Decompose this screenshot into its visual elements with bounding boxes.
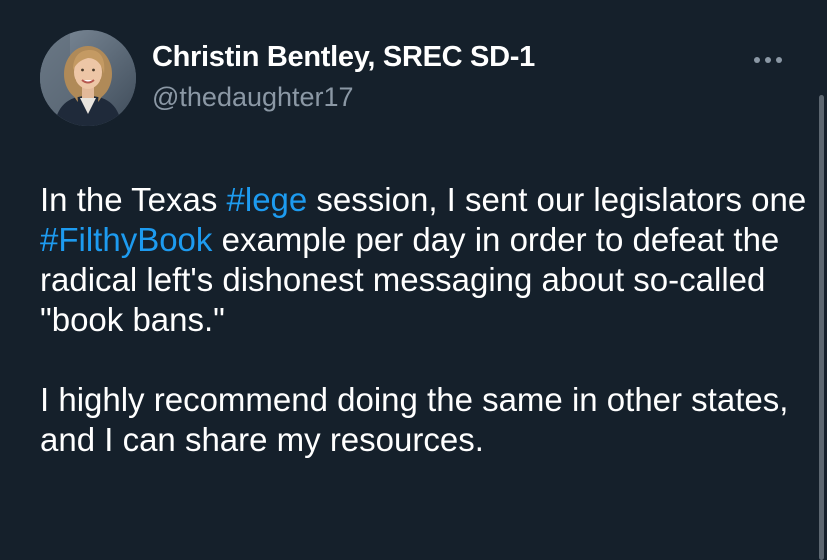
tweet-text-segment: In the Texas [40,181,227,218]
tweet-text-segment: session, I sent our legislators one [307,181,807,218]
scrollbar[interactable] [819,95,824,560]
hashtag-filthybook-link[interactable]: #FilthyBook [40,221,212,258]
more-options-button[interactable] [748,45,788,75]
more-horizontal-icon [754,57,782,63]
avatar-image [40,30,136,126]
user-handle[interactable]: @thedaughter17 [152,82,354,113]
avatar[interactable] [40,30,136,126]
hashtag-lege-link[interactable]: #lege [227,181,308,218]
tweet-paragraph-2: I highly recommend doing the same in oth… [40,381,789,458]
tweet-text: In the Texas #lege session, I sent our l… [40,180,810,460]
display-name[interactable]: Christin Bentley, SREC SD-1 [152,41,535,74]
tweet-card: Christin Bentley, SREC SD-1 @thedaughter… [0,0,827,560]
tweet-paragraph-1: In the Texas #lege session, I sent our l… [40,180,810,340]
